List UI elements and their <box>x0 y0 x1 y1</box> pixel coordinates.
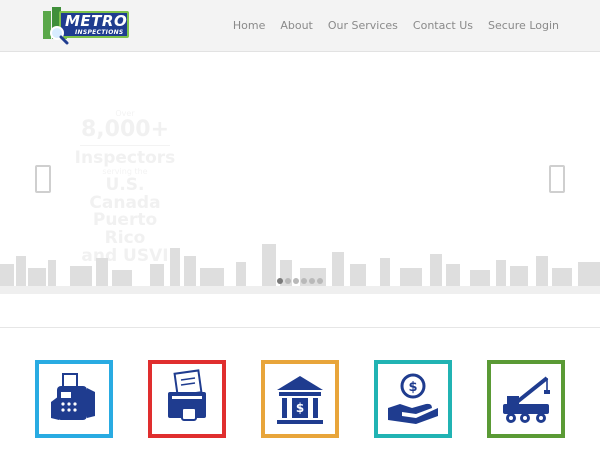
service-tile-fax[interactable] <box>35 360 113 438</box>
nav-about[interactable]: About <box>280 19 313 32</box>
hero-line-us: U.S. <box>105 174 145 195</box>
city-skyline-icon <box>0 244 600 294</box>
logo-tagline: INSPECTIONS <box>75 29 124 36</box>
fax-machine-icon <box>51 373 95 420</box>
nav-secure-login[interactable]: Secure Login <box>488 19 559 32</box>
main-nav: Home About Our Services Contact Us Secur… <box>233 19 559 32</box>
slider-dot-3[interactable] <box>293 278 299 284</box>
slider-dots <box>0 278 600 284</box>
metro-inspections-logo[interactable]: METRO INSPECTIONS <box>41 5 133 45</box>
nav-our-services[interactable]: Our Services <box>328 19 398 32</box>
hero-divider <box>80 145 170 147</box>
nav-home[interactable]: Home <box>233 19 265 32</box>
hero-line-inspectors: Inspectors <box>74 148 176 169</box>
service-tile-equipment[interactable] <box>487 360 565 438</box>
hero-line-count: 8,000+ <box>80 117 170 143</box>
logo-name: METRO <box>65 12 128 30</box>
service-tile-bank[interactable]: $ <box>261 360 339 438</box>
slider-prev-button[interactable] <box>35 165 51 193</box>
service-tile-money[interactable]: $ <box>374 360 452 438</box>
secure-document-icon <box>168 369 206 421</box>
svg-text:$: $ <box>408 380 417 395</box>
slider-dot-2[interactable] <box>285 278 291 284</box>
service-tiles: $ $ <box>0 360 600 450</box>
money-hand-icon: $ <box>388 373 438 424</box>
slider-dot-6[interactable] <box>317 278 323 284</box>
svg-text:$: $ <box>296 401 304 415</box>
slider-dot-1[interactable] <box>277 278 283 284</box>
site-header: METRO INSPECTIONS Home About Our Service… <box>0 0 600 52</box>
slider-dot-4[interactable] <box>301 278 307 284</box>
nav-contact-us[interactable]: Contact Us <box>413 19 473 32</box>
slider-dot-5[interactable] <box>309 278 315 284</box>
hero-slider: Over 8,000+ Inspectors serving the U.S. … <box>0 52 600 328</box>
magnifier-icon <box>50 26 69 45</box>
crane-truck-icon <box>503 376 550 423</box>
service-tile-secure-document[interactable] <box>148 360 226 438</box>
slider-next-button[interactable] <box>549 165 565 193</box>
bank-icon: $ <box>277 376 323 424</box>
